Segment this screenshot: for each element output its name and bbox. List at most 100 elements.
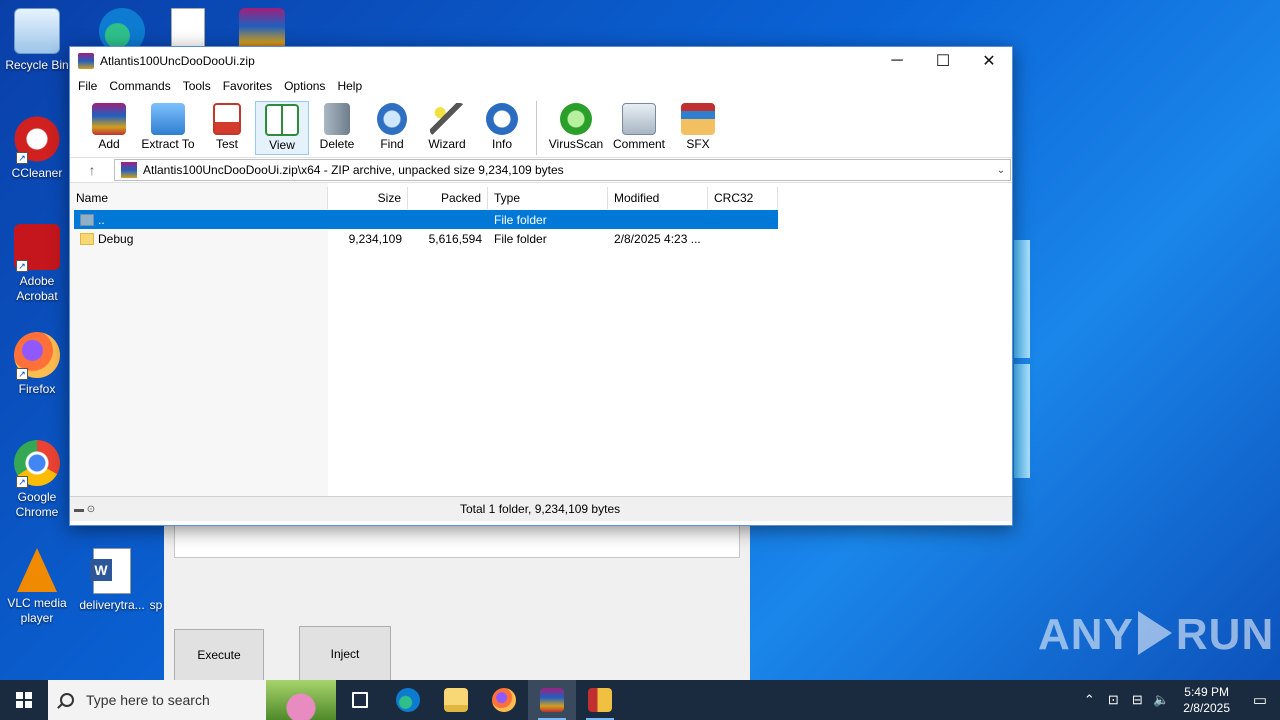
- window-title: Atlantis100UncDooDooUi.zip: [100, 54, 255, 68]
- title-bar[interactable]: Atlantis100UncDooDooUi.zip ─ ☐ ✕: [70, 47, 1012, 75]
- winrar-window: Atlantis100UncDooDooUi.zip ─ ☐ ✕ File Co…: [69, 46, 1013, 526]
- start-button[interactable]: [0, 680, 48, 720]
- menu-favorites[interactable]: Favorites: [217, 79, 278, 93]
- edge-icon: [396, 688, 420, 712]
- toolbar-label: Find: [380, 137, 404, 151]
- folder-icon: [444, 688, 468, 712]
- column-header-size[interactable]: Size: [328, 187, 408, 209]
- sfx-button[interactable]: SFX: [671, 101, 725, 155]
- search-placeholder: Type here to search: [86, 692, 210, 708]
- column-header-crc32[interactable]: CRC32: [708, 187, 778, 209]
- address-bar[interactable]: Atlantis100UncDooDooUi.zip\x64 - ZIP arc…: [114, 159, 1011, 181]
- column-header-type[interactable]: Type: [488, 187, 608, 209]
- toolbar-label: Info: [491, 137, 512, 151]
- background-injector-window: Execute Inject: [164, 520, 750, 682]
- add-button[interactable]: Add: [82, 101, 136, 155]
- notification-icon[interactable]: ▭: [1240, 691, 1280, 709]
- extract-folder-icon: [151, 103, 185, 135]
- desktop-icon-label: CCleaner: [11, 166, 63, 180]
- taskbar-injector-app[interactable]: [576, 680, 624, 720]
- taskbar-file-explorer[interactable]: [432, 680, 480, 720]
- desktop-icon-firefox[interactable]: ↗ Firefox: [0, 332, 75, 397]
- search-icon: [60, 693, 74, 707]
- desktop-icon-google-chrome[interactable]: ↗ Google Chrome: [0, 440, 75, 520]
- column-header-packed[interactable]: Packed: [408, 187, 488, 209]
- toolbar: Add Extract To Test View Delete Find Wiz…: [70, 97, 1012, 157]
- app-window-icon: [588, 688, 612, 712]
- desktop-icon-vlc[interactable]: VLC media player: [0, 548, 75, 626]
- table-row[interactable]: Debug 9,234,109 5,616,594 File folder 2/…: [74, 229, 778, 248]
- minimize-button[interactable]: ─: [874, 47, 920, 75]
- info-button[interactable]: Info: [475, 101, 529, 155]
- magnifier-icon: [377, 103, 407, 135]
- desktop-icon-recycle-bin[interactable]: Recycle Bin: [0, 8, 75, 73]
- clock[interactable]: 5:49 PM 2/8/2025: [1173, 684, 1240, 716]
- clock-date: 2/8/2025: [1183, 701, 1230, 715]
- chevron-down-icon[interactable]: ⌄: [992, 165, 1010, 176]
- up-one-level-icon[interactable]: ↑: [70, 162, 114, 178]
- taskbar-edge[interactable]: [384, 680, 432, 720]
- toolbar-label: Delete: [319, 137, 355, 151]
- output-textbox[interactable]: [174, 526, 740, 558]
- row-modified: 2/8/2025 4:23 ...: [614, 231, 701, 246]
- taskbar-firefox[interactable]: [480, 680, 528, 720]
- network-icon[interactable]: ⊟: [1125, 692, 1149, 708]
- column-header-name[interactable]: Name: [70, 187, 328, 209]
- desktop-icon-label: Adobe Acrobat: [16, 274, 58, 303]
- test-button[interactable]: Test: [200, 101, 254, 155]
- menu-options[interactable]: Options: [278, 79, 331, 93]
- maximize-button[interactable]: ☐: [920, 47, 966, 75]
- shortcut-arrow-icon: ↗: [16, 152, 28, 164]
- find-button[interactable]: Find: [365, 101, 419, 155]
- desktop-icon-ccleaner[interactable]: ↗ CCleaner: [0, 116, 75, 181]
- address-row: ↑ Atlantis100UncDooDooUi.zip\x64 - ZIP a…: [70, 157, 1012, 183]
- volume-icon[interactable]: 🔈: [1149, 692, 1173, 708]
- toolbar-label: Extract To: [141, 137, 195, 151]
- archive-icon: [121, 162, 137, 178]
- clock-time: 5:49 PM: [1184, 685, 1229, 699]
- sfx-box-icon: [681, 103, 715, 135]
- wizard-button[interactable]: Wizard: [420, 101, 474, 155]
- close-button[interactable]: ✕: [966, 47, 1012, 75]
- virusscan-button[interactable]: VirusScan: [545, 101, 607, 155]
- menu-tools[interactable]: Tools: [177, 79, 217, 93]
- meet-now-icon[interactable]: ⊡: [1101, 692, 1125, 708]
- windows-logo-icon: [16, 692, 32, 708]
- vlc-icon: [17, 548, 57, 592]
- extract-to-button[interactable]: Extract To: [137, 101, 199, 155]
- comment-button[interactable]: Comment: [608, 101, 670, 155]
- toolbar-label: VirusScan: [548, 137, 604, 151]
- folder-icon: [80, 232, 94, 245]
- magic-wand-icon: [430, 103, 464, 135]
- play-icon: [1137, 611, 1172, 655]
- shortcut-arrow-icon: ↗: [16, 368, 28, 380]
- delete-button[interactable]: Delete: [310, 101, 364, 155]
- inject-button[interactable]: Inject: [299, 626, 391, 682]
- menu-commands[interactable]: Commands: [103, 79, 176, 93]
- test-clipboard-icon: [213, 103, 241, 135]
- desktop-icon-label: Recycle Bin: [5, 58, 69, 72]
- trash-icon: [324, 103, 350, 135]
- desktop-icon-adobe-acrobat[interactable]: ↗ Adobe Acrobat: [0, 224, 75, 304]
- watermark-text: RUN: [1175, 610, 1275, 659]
- winrar-app-icon: [78, 53, 94, 69]
- table-row[interactable]: .. File folder: [74, 210, 778, 229]
- menu-file[interactable]: File: [72, 79, 103, 93]
- column-header-modified[interactable]: Modified: [608, 187, 708, 209]
- chevron-up-icon[interactable]: ⌃: [1077, 692, 1101, 708]
- view-button[interactable]: View: [255, 101, 309, 155]
- toolbar-label: View: [269, 138, 295, 152]
- execute-button[interactable]: Execute: [174, 629, 264, 682]
- toolbar-label: Test: [215, 137, 238, 151]
- row-type: File folder: [494, 212, 547, 227]
- taskbar-search[interactable]: Type here to search: [48, 680, 336, 720]
- menu-help[interactable]: Help: [331, 79, 368, 93]
- toolbar-label: Add: [98, 137, 120, 151]
- status-text: Total 1 folder, 9,234,109 bytes: [460, 502, 621, 516]
- firefox-icon: [492, 688, 516, 712]
- status-bar: ▬ ⊙ Total 1 folder, 9,234,109 bytes: [70, 497, 1012, 521]
- taskbar-winrar[interactable]: [528, 680, 576, 720]
- desktop-icon-label: Google Chrome: [15, 490, 59, 519]
- task-view-button[interactable]: [336, 680, 384, 720]
- file-list-header: Name Size Packed Type Modified CRC32: [70, 187, 778, 209]
